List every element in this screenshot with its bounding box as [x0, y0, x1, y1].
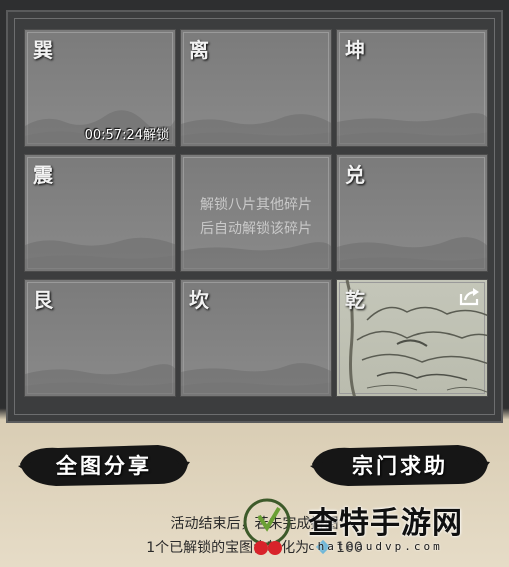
puzzle-grid: 巽 00:57:24解锁 离 坤 震 解锁八片其他碎片 后自动解锁该碎片 兑 艮… — [24, 29, 488, 399]
sect-help-button[interactable]: 宗门求助 — [310, 440, 490, 490]
mountain-bg — [25, 364, 175, 396]
watermark: 查特手游网 chateaudvp.com — [300, 496, 505, 564]
tile-glyph: 艮 — [33, 288, 53, 312]
hint-line-1: 解锁八片其他碎片 — [200, 197, 312, 213]
tile-center-locked[interactable]: 解锁八片其他碎片 后自动解锁该碎片 — [180, 154, 332, 272]
tile-qian[interactable]: 乾 — [336, 279, 488, 397]
tile-gen[interactable]: 艮 — [24, 279, 176, 397]
tile-glyph: 离 — [189, 38, 209, 62]
share-icon[interactable] — [459, 286, 481, 306]
tile-glyph: 坤 — [345, 38, 365, 62]
tile-dui[interactable]: 兑 — [336, 154, 488, 272]
tile-kun[interactable]: 坤 — [336, 29, 488, 147]
tile-xun[interactable]: 巽 00:57:24解锁 — [24, 29, 176, 147]
tile-glyph: 巽 — [33, 38, 53, 62]
tile-kan[interactable]: 坎 — [180, 279, 332, 397]
share-full-map-label: 全图分享 — [56, 453, 152, 478]
share-full-map-button[interactable]: 全图分享 — [18, 440, 190, 490]
mountain-bg — [337, 113, 487, 146]
tile-glyph: 乾 — [345, 288, 365, 312]
mountain-bg — [337, 237, 487, 271]
mountain-bg — [181, 114, 331, 146]
watermark-logo — [243, 498, 291, 555]
watermark-url: chateaudvp.com — [308, 540, 443, 553]
puzzle-screen: 巽 00:57:24解锁 离 坤 震 解锁八片其他碎片 后自动解锁该碎片 兑 艮… — [0, 0, 509, 567]
sect-help-label: 宗门求助 — [352, 453, 448, 478]
tile-glyph: 兑 — [345, 163, 365, 187]
tile-glyph: 坎 — [189, 288, 209, 312]
hint-line-2: 后自动解锁该碎片 — [200, 221, 312, 237]
tile-li[interactable]: 离 — [180, 29, 332, 147]
mountain-bg — [25, 237, 175, 271]
unlock-timer: 00:57:24解锁 — [84, 128, 169, 143]
tile-zhen[interactable]: 震 — [24, 154, 176, 272]
center-hint: 解锁八片其他碎片 后自动解锁该碎片 — [181, 193, 331, 241]
tile-glyph: 震 — [33, 163, 53, 187]
mountain-bg — [181, 363, 331, 396]
watermark-title: 查特手游网 — [308, 506, 463, 541]
